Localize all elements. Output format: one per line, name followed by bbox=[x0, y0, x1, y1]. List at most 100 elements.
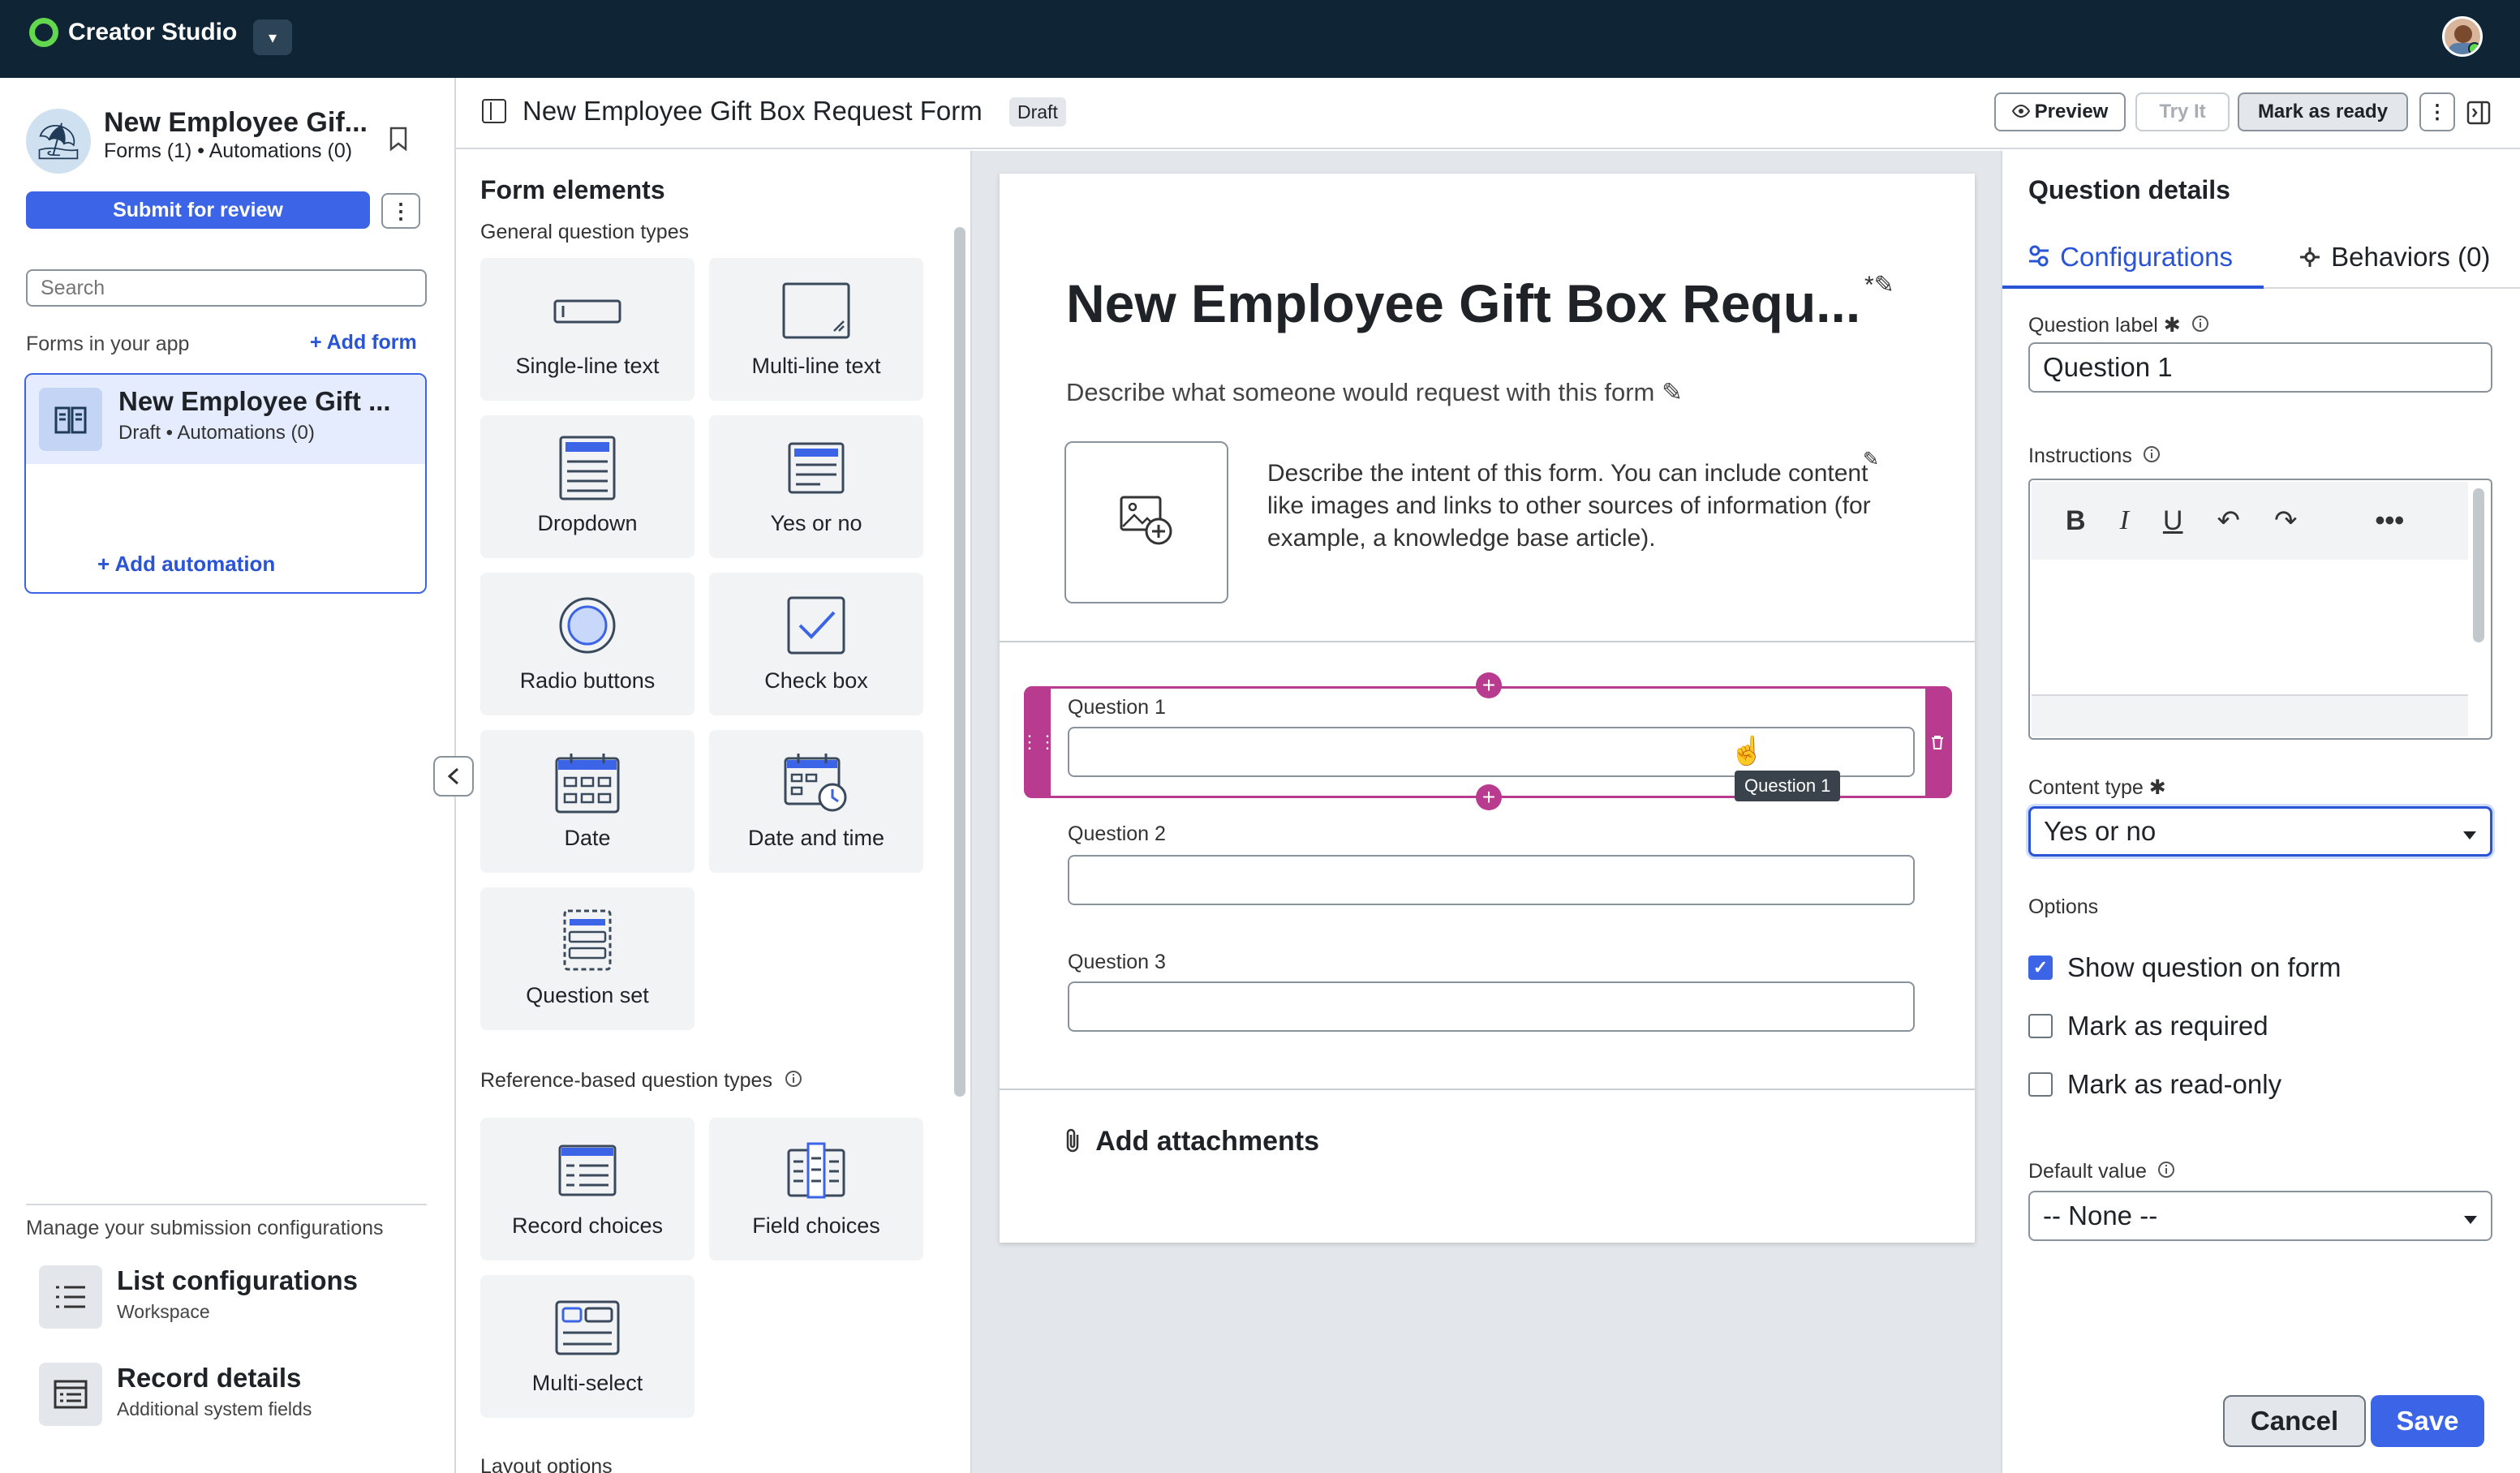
mark-as-ready-button[interactable]: Mark as ready bbox=[2238, 92, 2408, 131]
question-set-icon bbox=[480, 904, 695, 977]
info-icon[interactable] bbox=[2191, 315, 2209, 338]
drag-handle-icon[interactable]: ⋮⋮ bbox=[1021, 689, 1056, 796]
submit-for-review-button[interactable]: Submit for review bbox=[26, 191, 370, 229]
add-image-button[interactable] bbox=[1064, 441, 1228, 603]
nav-title: List configurations bbox=[117, 1265, 358, 1295]
redo-icon[interactable]: ↷ bbox=[2274, 505, 2298, 537]
app-icon: ⛱ bbox=[26, 109, 91, 174]
info-icon[interactable] bbox=[2143, 445, 2161, 469]
tile-field-choices[interactable]: Field choices bbox=[709, 1118, 923, 1260]
search-input[interactable] bbox=[26, 269, 427, 307]
more-options-button[interactable]: ⋮ bbox=[2419, 92, 2455, 131]
editor-scrollbar[interactable] bbox=[2473, 488, 2484, 642]
app-subtitle: Forms (1) • Automations (0) bbox=[104, 140, 353, 162]
italic-icon[interactable]: I bbox=[2120, 505, 2129, 536]
collapse-sidebar-button[interactable] bbox=[433, 756, 474, 797]
tile-date[interactable]: Date bbox=[480, 730, 695, 873]
bold-icon[interactable]: B bbox=[2066, 505, 2086, 537]
add-above-button[interactable]: + bbox=[1476, 672, 1502, 698]
tab-configurations[interactable]: Configurations bbox=[2028, 242, 2233, 274]
add-automation-link[interactable]: + Add automation bbox=[97, 552, 275, 577]
tile-single-line-text[interactable]: Single-line text bbox=[480, 258, 695, 401]
panel-title: Form elements bbox=[480, 175, 665, 204]
underline-icon[interactable]: U bbox=[2163, 505, 2183, 537]
record-icon bbox=[39, 1363, 102, 1426]
save-button[interactable]: Save bbox=[2371, 1395, 2484, 1447]
form-elements-panel: Form elements General question types Sin… bbox=[458, 151, 972, 1473]
nav-list-configurations[interactable]: List configurations Workspace bbox=[39, 1265, 358, 1329]
tile-radio-buttons[interactable]: Radio buttons bbox=[480, 573, 695, 715]
undo-icon[interactable]: ↶ bbox=[2217, 505, 2240, 537]
panel-toggle-icon[interactable] bbox=[482, 99, 506, 123]
add-form-link[interactable]: + Add form bbox=[310, 331, 417, 354]
option-mark-required[interactable]: Mark as required bbox=[2028, 1011, 2268, 1041]
user-avatar[interactable] bbox=[2442, 16, 2483, 57]
tile-date-and-time[interactable]: Date and time bbox=[709, 730, 923, 873]
form-card-subtitle: Draft • Automations (0) bbox=[118, 422, 315, 444]
tile-multi-line-text[interactable]: Multi-line text bbox=[709, 258, 923, 401]
status-badge: Draft bbox=[1009, 97, 1066, 127]
option-show-on-form[interactable]: ✓ Show question on form bbox=[2028, 952, 2342, 983]
active-tab-indicator bbox=[2002, 286, 2264, 289]
question-1-input[interactable] bbox=[1068, 727, 1915, 777]
details-panel-toggle-icon[interactable] bbox=[2466, 101, 2491, 129]
try-it-button[interactable]: Try It bbox=[2135, 92, 2230, 131]
form-description[interactable]: Describe what someone would request with… bbox=[1066, 378, 1683, 407]
behaviors-icon bbox=[2299, 243, 2320, 274]
edit-title-icon[interactable]: *✎ bbox=[1864, 271, 1894, 299]
info-icon[interactable] bbox=[2157, 1161, 2175, 1184]
default-value-label: Default value bbox=[2028, 1160, 2175, 1184]
form-card[interactable]: New Employee Gift ... Draft • Automation… bbox=[24, 373, 427, 594]
form-icon bbox=[39, 388, 102, 451]
option-mark-read-only[interactable]: Mark as read-only bbox=[2028, 1069, 2281, 1100]
tile-multi-select[interactable]: Multi-select bbox=[480, 1275, 695, 1418]
content-type-select[interactable]: Yes or no bbox=[2028, 806, 2492, 857]
add-below-button[interactable]: + bbox=[1476, 784, 1502, 810]
checkbox-unchecked[interactable] bbox=[2028, 1014, 2053, 1038]
eye-icon bbox=[2011, 101, 2030, 123]
form-preview-card: New Employee Gift Box Requ... *✎ Describ… bbox=[1000, 174, 1975, 1243]
required-asterisk-icon: ✱ bbox=[2148, 776, 2166, 799]
palette-scrollbar[interactable] bbox=[954, 227, 965, 1097]
preview-button[interactable]: Preview bbox=[1994, 92, 2126, 131]
tile-yes-or-no[interactable]: Yes or no bbox=[709, 415, 923, 558]
info-icon[interactable] bbox=[785, 1070, 802, 1093]
tile-dropdown[interactable]: Dropdown bbox=[480, 415, 695, 558]
form-card-title: New Employee Gift ... bbox=[118, 386, 391, 416]
question-2-input[interactable] bbox=[1068, 855, 1915, 905]
checkbox-checked[interactable]: ✓ bbox=[2028, 956, 2053, 980]
divider bbox=[1000, 641, 1975, 642]
yes-no-icon bbox=[709, 432, 923, 505]
nav-subtitle: Workspace bbox=[117, 1301, 210, 1322]
edit-pencil-icon[interactable]: ✎ bbox=[1863, 448, 1879, 471]
add-image-icon bbox=[1120, 496, 1173, 550]
reference-types-label: Reference-based question types bbox=[480, 1069, 802, 1093]
cancel-button[interactable]: Cancel bbox=[2223, 1395, 2366, 1447]
app-sidebar: ⛱ New Employee Gif... Forms (1) • Automa… bbox=[0, 78, 456, 1473]
sidebar-more-button[interactable]: ⋮ bbox=[381, 193, 420, 229]
question-label-input[interactable]: Question 1 bbox=[2028, 342, 2492, 393]
add-attachments-link[interactable]: Add attachments bbox=[1064, 1126, 1319, 1160]
editor-resize-bar[interactable] bbox=[2032, 694, 2468, 736]
brand[interactable]: Creator Studio bbox=[29, 18, 237, 47]
more-icon[interactable]: ••• bbox=[2375, 505, 2404, 537]
chevron-down-icon bbox=[2463, 1200, 2478, 1231]
brand-logo-icon bbox=[29, 18, 58, 47]
bookmark-icon[interactable] bbox=[389, 127, 407, 157]
form-intent-text[interactable]: Describe the intent of this form. You ca… bbox=[1267, 457, 1876, 555]
tile-check-box[interactable]: Check box bbox=[709, 573, 923, 715]
tile-record-choices[interactable]: Record choices bbox=[480, 1118, 695, 1260]
question-3-input[interactable] bbox=[1068, 981, 1915, 1032]
nav-record-details[interactable]: Record details Additional system fields bbox=[39, 1363, 312, 1426]
default-value-select[interactable]: -- None -- bbox=[2028, 1191, 2492, 1241]
calendar-icon bbox=[480, 746, 695, 819]
delete-icon[interactable] bbox=[1925, 689, 1950, 796]
editor-toolbar: B I U ↶ ↷ ••• bbox=[2032, 482, 2468, 560]
general-types-label: General question types bbox=[480, 221, 690, 243]
checkbox-unchecked[interactable] bbox=[2028, 1072, 2053, 1097]
app-switcher-button[interactable]: ▾ bbox=[253, 19, 292, 55]
tab-behaviors[interactable]: Behaviors (0) bbox=[2299, 242, 2490, 274]
tile-question-set[interactable]: Question set bbox=[480, 887, 695, 1030]
instructions-editor[interactable]: B I U ↶ ↷ ••• bbox=[2028, 479, 2492, 740]
form-title[interactable]: New Employee Gift Box Requ... bbox=[1066, 273, 1860, 334]
